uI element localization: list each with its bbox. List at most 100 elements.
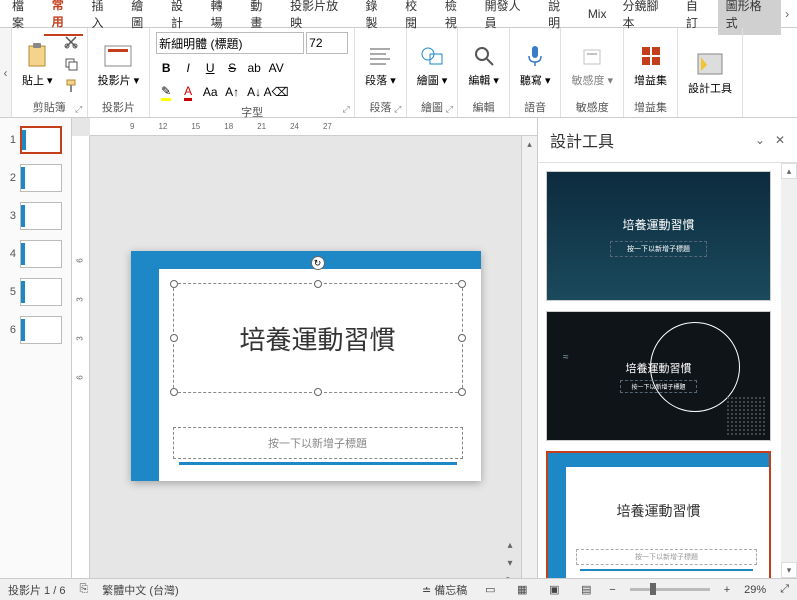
thumb-2[interactable]: 2 bbox=[4, 164, 67, 192]
highlight-button[interactable]: ✎ bbox=[156, 82, 176, 102]
designer-btn-label: 設計工具 bbox=[688, 80, 732, 96]
zoom-in-button[interactable]: + bbox=[724, 584, 730, 596]
shrink-font-button[interactable]: A↓ bbox=[244, 82, 264, 102]
drawing-button[interactable]: 繪圖 ▾ bbox=[413, 32, 452, 97]
handle-w[interactable] bbox=[170, 334, 178, 342]
slide-canvas[interactable]: ↻ 培養運動習慣 按一下以新增子標題 ▴ bbox=[90, 136, 521, 578]
cut-button[interactable] bbox=[61, 32, 81, 52]
canvas-nav-icons: ▴ ▾ ⤡ bbox=[503, 538, 517, 578]
designer-button[interactable]: 設計工具 bbox=[684, 32, 736, 113]
handle-ne[interactable] bbox=[458, 280, 466, 288]
accessibility-icon[interactable]: ⎘ bbox=[79, 583, 88, 596]
thumb-5[interactable]: 5 bbox=[4, 278, 67, 306]
tab-overflow[interactable]: › bbox=[781, 3, 793, 25]
design-option-3-title: 培養運動習慣 bbox=[548, 501, 769, 521]
handle-n[interactable] bbox=[314, 280, 322, 288]
notes-button[interactable]: ≐ 備忘稿 bbox=[422, 582, 467, 598]
design-option-1-title: 培養運動習慣 bbox=[622, 216, 694, 233]
view-sorter-icon[interactable]: ▦ bbox=[513, 582, 531, 598]
status-bar: 投影片 1 / 6 ⎘ 繁體中文 (台灣) ≐ 備忘稿 ▭ ▦ ▣ ▤ − + … bbox=[0, 578, 797, 600]
dictate-button[interactable]: 聽寫 ▾ bbox=[516, 32, 555, 97]
fit-to-window-icon[interactable]: ⤢ bbox=[780, 583, 789, 596]
clear-format-button[interactable]: A⌫ bbox=[266, 82, 286, 102]
fit-icon[interactable]: ⤡ bbox=[503, 574, 517, 578]
change-case-button[interactable]: Aa bbox=[200, 82, 220, 102]
prev-slide-icon[interactable]: ▴ bbox=[503, 538, 517, 552]
voice-group-label: 語音 bbox=[516, 97, 555, 115]
handle-se[interactable] bbox=[458, 388, 466, 396]
text-shadow-button[interactable]: ab bbox=[244, 58, 264, 78]
clipboard-dialog-launcher[interactable]: ⤢ bbox=[73, 103, 85, 115]
view-slideshow-icon[interactable]: ▤ bbox=[577, 582, 595, 598]
language-status[interactable]: 繁體中文 (台灣) bbox=[102, 582, 178, 598]
editing-button[interactable]: 編輯 ▾ bbox=[464, 32, 503, 97]
new-slide-button[interactable]: 投影片 ▾ bbox=[94, 32, 144, 97]
thumb-3[interactable]: 3 bbox=[4, 202, 67, 230]
underline-button[interactable]: U bbox=[200, 58, 220, 78]
designer-suggestions[interactable]: 培養運動習慣 按一下以新增子標題 ≈ 培養運動習慣 按一下以新增子標題 培養運動… bbox=[538, 163, 781, 578]
drawing-dialog-launcher[interactable]: ⤢ bbox=[443, 103, 455, 115]
title-placeholder[interactable]: ↻ 培養運動習慣 bbox=[173, 283, 463, 393]
bold-button[interactable]: B bbox=[156, 58, 176, 78]
view-normal-icon[interactable]: ▭ bbox=[481, 582, 499, 598]
addins-group-label: 增益集 bbox=[630, 97, 671, 115]
grow-font-button[interactable]: A↑ bbox=[222, 82, 242, 102]
handle-s[interactable] bbox=[314, 388, 322, 396]
slide-counter[interactable]: 投影片 1 / 6 bbox=[8, 582, 65, 598]
font-name-select[interactable] bbox=[156, 32, 304, 54]
format-painter-button[interactable] bbox=[61, 76, 81, 96]
workspace: 1 2 3 4 5 6 9 12 15 18 21 24 27 6 3 3 6 bbox=[0, 118, 797, 578]
zoom-thumb[interactable] bbox=[650, 583, 656, 595]
rotate-handle[interactable]: ↻ bbox=[311, 256, 325, 270]
ruler-vertical[interactable]: 6 3 3 6 bbox=[72, 136, 90, 578]
sensitivity-button[interactable]: 敏感度 ▾ bbox=[567, 32, 617, 97]
editor-vscroll[interactable]: ▴ ▾ bbox=[521, 136, 537, 578]
designer-scrollbar[interactable]: ▴ ▾ bbox=[781, 163, 797, 578]
slides-group-label: 投影片 bbox=[94, 97, 144, 115]
subtitle-placeholder[interactable]: 按一下以新增子標題 bbox=[173, 427, 463, 459]
design-option-1[interactable]: 培養運動習慣 按一下以新增子標題 bbox=[546, 171, 771, 301]
tab-mix[interactable]: Mix bbox=[580, 3, 615, 25]
handle-sw[interactable] bbox=[170, 388, 178, 396]
designer-scroll-down[interactable]: ▾ bbox=[781, 562, 797, 578]
italic-button[interactable]: I bbox=[178, 58, 198, 78]
thumb-6[interactable]: 6 bbox=[4, 316, 67, 344]
title-text[interactable]: 培養運動習慣 bbox=[239, 320, 395, 357]
handle-nw[interactable] bbox=[170, 280, 178, 288]
char-spacing-button[interactable]: AV bbox=[266, 58, 286, 78]
addins-button[interactable]: 增益集 bbox=[630, 32, 671, 97]
paste-button[interactable]: 貼上 ▾ bbox=[18, 32, 57, 97]
paragraph-icon bbox=[366, 42, 394, 70]
designer-group-label bbox=[684, 113, 736, 115]
design-option-2[interactable]: ≈ 培養運動習慣 按一下以新增子標題 bbox=[546, 311, 771, 441]
thumbnail-panel[interactable]: 1 2 3 4 5 6 bbox=[0, 118, 72, 578]
font-color-button[interactable]: A bbox=[178, 82, 198, 102]
font-size-select[interactable] bbox=[306, 32, 348, 54]
paragraph-button[interactable]: 段落 ▾ bbox=[361, 32, 400, 97]
view-reading-icon[interactable]: ▣ bbox=[545, 582, 563, 598]
design-option-2-title: 培養運動習慣 bbox=[626, 360, 692, 376]
designer-collapse-icon[interactable]: ⌄ bbox=[755, 133, 765, 147]
paragraph-dialog-launcher[interactable]: ⤢ bbox=[392, 103, 404, 115]
designer-close-icon[interactable]: ✕ bbox=[775, 133, 785, 147]
thumb-4[interactable]: 4 bbox=[4, 240, 67, 268]
slide[interactable]: ↻ 培養運動習慣 按一下以新增子標題 bbox=[131, 251, 481, 481]
zoom-out-button[interactable]: − bbox=[609, 584, 615, 596]
designer-scroll-up[interactable]: ▴ bbox=[781, 163, 797, 179]
strike-button[interactable]: S bbox=[222, 58, 242, 78]
copy-button[interactable] bbox=[61, 54, 81, 74]
scroll-up-icon[interactable]: ▴ bbox=[522, 136, 537, 152]
zoom-percent[interactable]: 29% bbox=[744, 584, 766, 596]
font-dialog-launcher[interactable]: ⤢ bbox=[340, 103, 352, 115]
designer-panel: 設計工具 ⌄ ✕ 培養運動習慣 按一下以新增子標題 ≈ 培養運動習慣 按一下以新… bbox=[537, 118, 797, 578]
zoom-slider[interactable] bbox=[630, 588, 710, 591]
ribbon-collapse-left[interactable]: ‹ bbox=[0, 28, 12, 117]
handle-e[interactable] bbox=[458, 334, 466, 342]
design-option-3[interactable]: 培養運動習慣 按一下以新增子標題 bbox=[546, 451, 771, 578]
ruler-horizontal[interactable]: 9 12 15 18 21 24 27 bbox=[90, 118, 537, 136]
thumb-1[interactable]: 1 bbox=[4, 126, 67, 154]
slide-icon bbox=[104, 42, 132, 70]
next-slide-icon[interactable]: ▾ bbox=[503, 556, 517, 570]
drawing-label: 繪圖 bbox=[417, 75, 439, 87]
addins-icon bbox=[637, 42, 665, 70]
